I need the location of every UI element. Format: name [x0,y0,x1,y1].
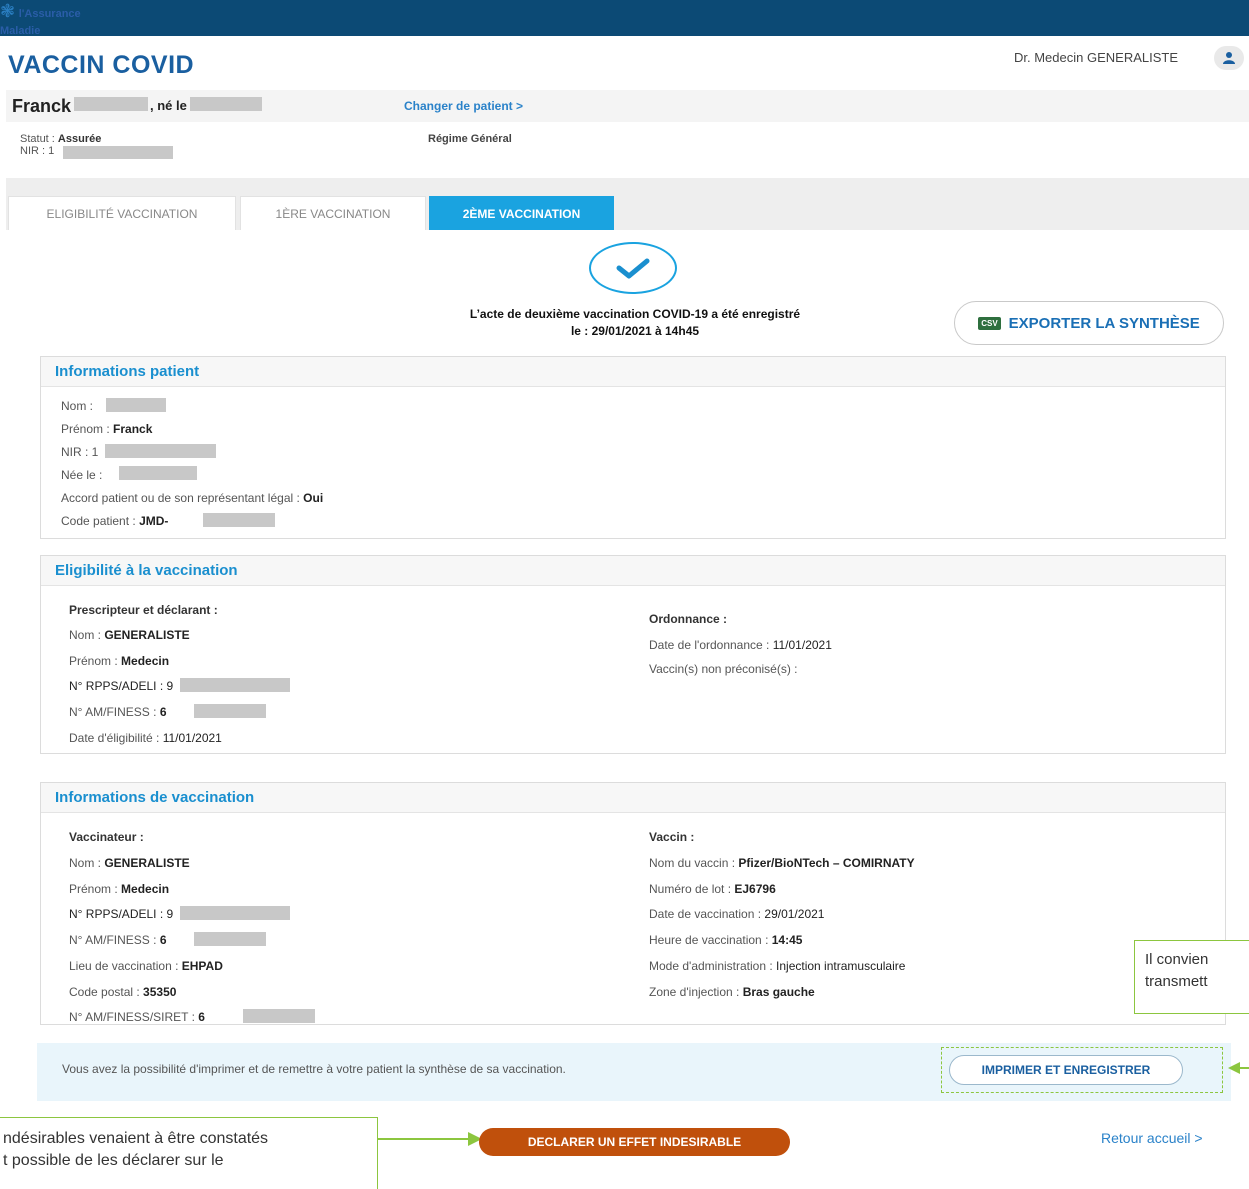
confirmation-line2: le : 29/01/2021 à 14h45 [570,324,700,338]
redacted-am [194,704,266,718]
code-postal-row: Code postal : 35350 [69,985,177,999]
accord-row: Accord patient ou de son représentant lé… [61,491,324,505]
patient-first-name: Franck [12,96,72,116]
eligibility-card: Eligibilité à la vaccination Prescripteu… [40,555,1226,754]
redacted-am [194,932,266,946]
doctor-name[interactable]: Dr. Medecin GENERALISTE [1014,50,1178,65]
redacted-birthdate [190,97,262,111]
non-preconise-row: Vaccin(s) non préconisé(s) : [649,662,798,676]
user-icon[interactable] [1214,46,1244,70]
nir-row: NIR : 1 [61,445,99,459]
logo-text-line2: Maladie [0,25,41,37]
nom-row: Nom : [61,399,94,413]
assurance-maladie-logo-icon: ❃ [0,1,16,21]
annotation-line: t possible de les déclarer sur le [3,1152,224,1169]
status-value: Assurée [57,133,102,145]
nee-row: Née le : [61,468,103,482]
annotation-note-right: Il convien transmett [1134,940,1249,1014]
nom-row: Nom : GENERALISTE [69,628,190,642]
annotation-line: Il convien [1145,951,1209,968]
redacted-siret [243,1009,315,1023]
status-label: Statut : [20,133,58,145]
csv-icon: CSV [978,316,1001,330]
logo-text-line1: l'Assurance [18,8,81,20]
prenom-row: Prénom : Franck [61,422,153,436]
redacted-nir [105,444,216,458]
status-row: Statut : Assurée [20,133,101,145]
mode-row: Mode d'administration : Injection intram… [649,959,906,973]
redacted-rpps [180,906,290,920]
siret-row: N° AM/FINESS/SIRET : 6 [69,1010,205,1024]
annotation-note-left: ndésirables venaient à être constatés t … [0,1117,378,1189]
prenom-row: Prénom : Medecin [69,654,170,668]
regime: Régime Général [428,133,512,145]
change-patient-link[interactable]: Changer de patient > [404,99,523,113]
lot-row: Numéro de lot : EJ6796 [649,882,776,896]
annotation-line: ndésirables venaient à être constatés [3,1130,269,1147]
lieu-row: Lieu de vaccination : EHPAD [69,959,223,973]
export-synthesis-button[interactable]: CSV EXPORTER LA SYNTHÈSE [954,301,1224,345]
code-row: Code patient : JMD- [61,514,169,528]
tab-eligibilite[interactable]: ELIGIBILITÉ VACCINATION [8,196,236,230]
nom-row: Nom : GENERALISTE [69,856,190,870]
vaccination-card: Informations de vaccination Vaccinateur … [40,782,1226,1025]
annotation-line: transmett [1145,973,1208,990]
back-home-link[interactable]: Retour accueil > [1101,1130,1203,1146]
success-check-icon [589,242,677,294]
card-title: Informations patient [55,363,200,380]
redacted-birthdate [119,466,197,480]
prenom-row: Prénom : Medecin [69,882,170,896]
patient-info-card: Informations patient Nom : Prénom : Fran… [40,356,1226,539]
vaccin-header: Vaccin : [649,830,695,844]
nir-label: NIR : 1 [20,145,55,157]
confirmation-line1: L’acte de deuxième vaccination COVID-19 … [469,307,801,321]
rpps-row: N° RPPS/ADELI : 9 [69,679,174,693]
redacted-rpps [180,678,290,692]
tab-2eme-vaccination[interactable]: 2ÈME VACCINATION [429,196,614,230]
redacted-nom [106,398,166,412]
print-info-text: Vous avez la possibilité d'imprimer et d… [62,1062,566,1076]
declare-adverse-effect-button[interactable]: DECLARER UN EFFET INDESIRABLE [479,1128,790,1156]
export-label: EXPORTER LA SYNTHÈSE [1008,314,1200,332]
patient-born-label: , né le [150,98,187,113]
date-eligibilite-row: Date d'éligibilité : 11/01/2021 [69,731,222,745]
am-row: N° AM/FINESS : 6 [69,933,167,947]
redacted-code [203,513,275,527]
page-title: VACCIN COVID [8,51,195,79]
vaccin-name-row: Nom du vaccin : Pfizer/BioNTech – COMIRN… [649,856,915,870]
am-row: N° AM/FINESS : 6 [69,705,167,719]
ordonnance-header: Ordonnance : [649,612,728,626]
ordonnance-date-row: Date de l'ordonnance : 11/01/2021 [649,638,832,652]
date-vaccination-row: Date de vaccination : 29/01/2021 [649,907,825,921]
tab-1ere-vaccination[interactable]: 1ÈRE VACCINATION [240,196,426,230]
print-and-save-button[interactable]: IMPRIMER ET ENREGISTRER [949,1055,1183,1085]
card-title: Informations de vaccination [55,789,255,806]
vaccinateur-header: Vaccinateur : [69,830,144,844]
print-bar: Vous avez la possibilité d'imprimer et d… [37,1043,1231,1101]
heure-row: Heure de vaccination : 14:45 [649,933,803,947]
zone-row: Zone d'injection : Bras gauche [649,985,815,999]
card-title: Eligibilité à la vaccination [55,562,238,579]
rpps-row: N° RPPS/ADELI : 9 [69,907,174,921]
prescripteur-header: Prescripteur et déclarant : [69,603,218,617]
redacted-nir [63,146,173,159]
assurance-maladie-logo: ❃ l'Assurance Maladie [0,0,1249,37]
redacted-last-name [74,97,148,111]
